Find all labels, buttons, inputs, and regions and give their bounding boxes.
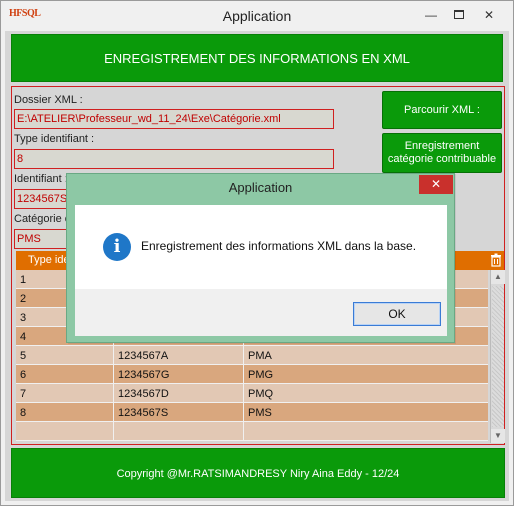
cell-type: 6 [16, 365, 114, 384]
main-window: HFSQL Application — ✕ ENREGISTREMENT DES… [0, 0, 514, 506]
page-title: ENREGISTREMENT DES INFORMATIONS EN XML [104, 51, 410, 66]
dialog-message: Enregistrement des informations XML dans… [141, 239, 417, 253]
cell-categorie: PMG [248, 369, 274, 381]
info-icon: i [103, 233, 131, 261]
maximize-button[interactable] [447, 6, 471, 24]
dialog-body: i Enregistrement des informations XML da… [75, 205, 447, 336]
ok-button[interactable]: OK [353, 302, 441, 326]
dialog-title: Application [228, 180, 293, 195]
minimize-button[interactable]: — [419, 6, 443, 24]
dialog-close-button[interactable]: ✕ [419, 175, 453, 194]
header-banner: ENREGISTREMENT DES INFORMATIONS EN XML [11, 34, 503, 82]
save-category-line1: Enregistrement [404, 140, 480, 152]
save-category-button[interactable]: Enregistrement catégorie contribuable [382, 133, 502, 173]
column-header-type[interactable]: Type ide [28, 254, 70, 266]
table-row[interactable]: 5 1234567A PMA [16, 346, 488, 365]
identifiant-label: Identifiant : [14, 173, 68, 185]
cell-identifiant [114, 422, 244, 441]
cell-type: 5 [16, 346, 114, 365]
close-window-button[interactable]: ✕ [477, 6, 501, 24]
type-identifiant-field[interactable]: 8 [14, 149, 334, 169]
scroll-down-icon[interactable]: ▼ [491, 429, 505, 443]
categorie-label: Catégorie c [14, 213, 71, 225]
table-row[interactable]: 8 1234567S PMS [16, 403, 488, 422]
table-row[interactable] [16, 422, 488, 441]
scroll-up-icon[interactable]: ▲ [491, 270, 505, 284]
cell-identifiant: 1234567A [114, 346, 244, 365]
message-dialog: Application ✕ i Enregistrement des infor… [66, 173, 455, 343]
maximize-icon [454, 10, 464, 19]
cell-identifiant: 1234567D [114, 384, 244, 403]
table-scrollbar[interactable]: ▲ ▼ [490, 270, 505, 443]
table-row[interactable]: 6 1234567G PMG [16, 365, 488, 384]
table-row[interactable]: 7 1234567D PMQ [16, 384, 488, 403]
trash-icon[interactable] [490, 253, 502, 267]
cell-categorie: PMS [248, 407, 272, 419]
type-identifiant-label: Type identifiant : [14, 133, 95, 145]
cell-categorie: PMQ [248, 388, 274, 400]
cell-type: 8 [16, 403, 114, 422]
cell-identifiant: 1234567G [114, 365, 244, 384]
save-category-line2: catégorie contribuable [387, 153, 497, 165]
scroll-track[interactable] [492, 286, 504, 427]
cell-identifiant: 1234567S [114, 403, 244, 422]
browse-xml-button[interactable]: Parcourir XML : [382, 91, 502, 129]
cell-categorie [244, 422, 488, 441]
cell-type [16, 422, 114, 441]
dossier-label: Dossier XML : [14, 94, 83, 106]
title-bar[interactable]: HFSQL Application — ✕ [1, 1, 513, 31]
footer-banner: Copyright @Mr.RATSIMANDRESY Niry Aina Ed… [11, 448, 505, 498]
dossier-field[interactable]: E:\ATELIER\Professeur_wd_11_24\Exe\Catég… [14, 109, 334, 129]
cell-categorie: PMA [248, 350, 272, 362]
cell-type: 7 [16, 384, 114, 403]
copyright-text: Copyright @Mr.RATSIMANDRESY Niry Aina Ed… [116, 468, 400, 480]
